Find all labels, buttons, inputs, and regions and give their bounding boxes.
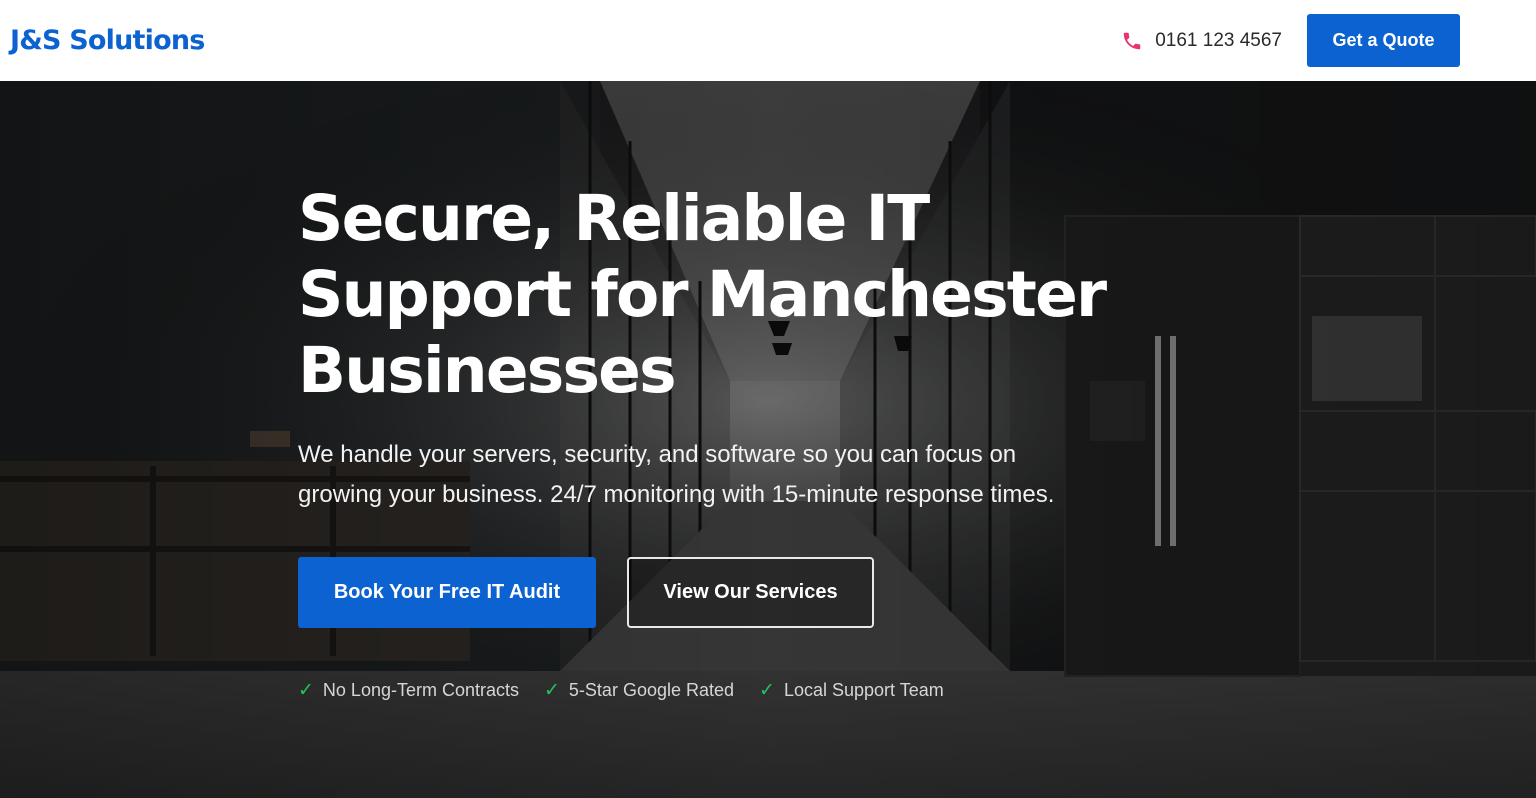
hero-section: Secure, Reliable IT Support for Manchest…	[0, 81, 1536, 798]
check-icon: ✓	[298, 680, 314, 701]
trust-item: ✓ Local Support Team	[759, 679, 944, 702]
trust-label: No Long-Term Contracts	[322, 680, 519, 700]
phone-icon	[1123, 32, 1141, 49]
hero-headline: Secure, Reliable IT Support for Manchest…	[298, 182, 1107, 407]
trust-item: ✓ 5-Star Google Rated	[544, 679, 734, 702]
phone-link[interactable]: 0161 123 4567	[1121, 30, 1282, 52]
site-header: J&S Solutions 0161 123 4567 Get a Quote	[0, 0, 1536, 81]
book-free-audit-button[interactable]: Book Your Free IT Audit	[298, 557, 596, 628]
hero-content: Secure, Reliable IT Support for Manchest…	[298, 181, 1158, 702]
hero-actions: Book Your Free IT Audit View Our Service…	[298, 557, 1158, 628]
hero-subheadline: We handle your servers, security, and so…	[298, 441, 1055, 508]
get-a-quote-button[interactable]: Get a Quote	[1307, 14, 1460, 67]
check-icon: ✓	[759, 680, 775, 701]
trust-label: Local Support Team	[783, 680, 944, 700]
view-services-button[interactable]: View Our Services	[627, 557, 874, 628]
check-icon: ✓	[544, 680, 560, 701]
logo[interactable]: J&S Solutions	[10, 25, 205, 56]
trust-item: ✓ No Long-Term Contracts	[298, 679, 519, 702]
trust-label: 5-Star Google Rated	[568, 680, 735, 700]
trust-badges: ✓ No Long-Term Contracts ✓ 5-Star Google…	[298, 679, 1158, 702]
phone-number: 0161 123 4567	[1155, 29, 1282, 51]
header-actions: 0161 123 4567 Get a Quote	[1121, 14, 1460, 67]
